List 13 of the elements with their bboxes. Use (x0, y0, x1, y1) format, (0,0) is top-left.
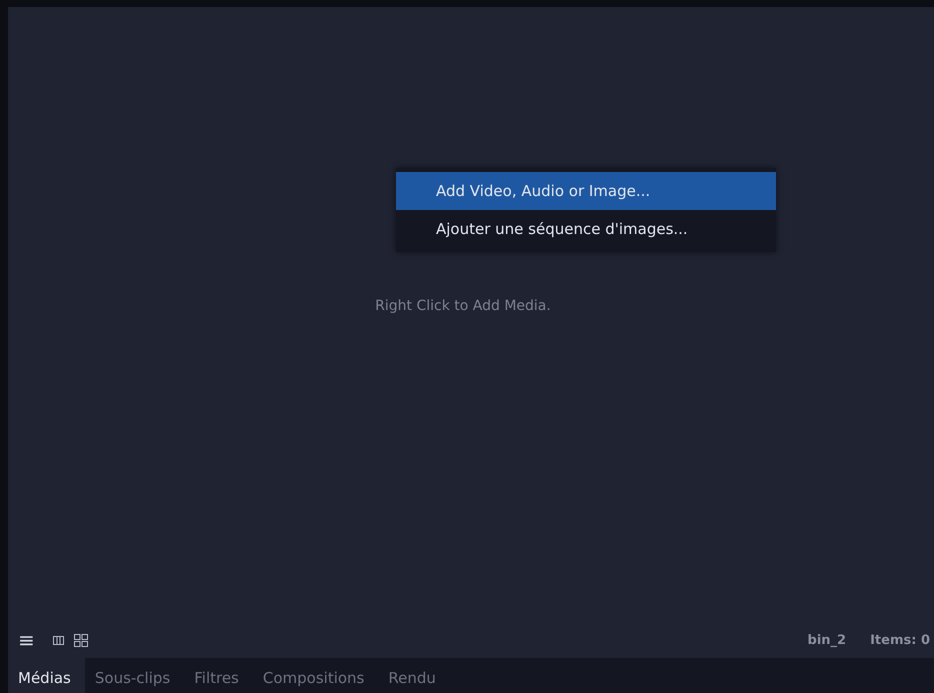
tab[interactable]: Filtres (184, 658, 253, 693)
tab[interactable]: Sous-clips (84, 658, 184, 693)
list-view-icon[interactable] (52, 636, 64, 644)
tab[interactable]: Rendu (378, 658, 450, 693)
tab[interactable]: Compositions (252, 658, 378, 693)
bin-name: bin_2 (808, 632, 846, 648)
menu-item[interactable]: Ajouter une séquence d'images... (396, 210, 776, 248)
menu-button[interactable]: ≡ (18, 628, 35, 652)
grid-view-icon[interactable] (74, 634, 88, 646)
empty-bin-hint: Right Click to Add Media. (375, 298, 551, 314)
tab[interactable]: Médias (8, 658, 85, 693)
items-count: Items: 0 (870, 632, 930, 648)
menu-item[interactable]: Add Video, Audio or Image... (396, 172, 776, 210)
